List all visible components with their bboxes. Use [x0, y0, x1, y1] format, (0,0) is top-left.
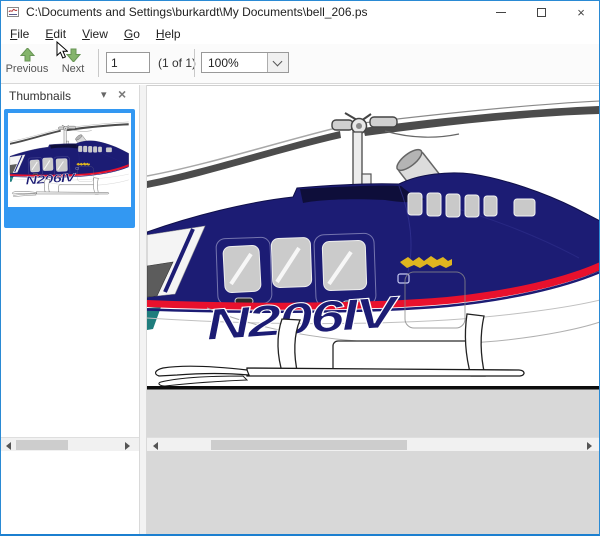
main-hscrollbar[interactable]: [147, 437, 600, 451]
menu-item-view[interactable]: View: [81, 25, 117, 43]
document-canvas[interactable]: N206IV: [147, 85, 600, 535]
scroll-right-icon[interactable]: [125, 442, 130, 450]
sidebar-menu-caret-icon[interactable]: ▾: [101, 88, 107, 101]
toolbar: Previous Next (1 of 1) 100%: [1, 44, 599, 84]
menubar: File Edit View Go Help: [1, 23, 599, 44]
toolbar-separator: [194, 49, 195, 77]
menu-item-edit[interactable]: Edit: [44, 25, 75, 43]
menu-item-file[interactable]: File: [9, 25, 38, 43]
maximize-button[interactable]: [521, 1, 561, 23]
next-button[interactable]: Next: [51, 46, 95, 82]
close-icon: ×: [577, 5, 585, 20]
close-button[interactable]: ×: [561, 1, 600, 23]
previous-button[interactable]: Previous: [5, 46, 49, 82]
thumbnail-item-selected[interactable]: [4, 109, 135, 228]
arrow-down-icon: [66, 48, 81, 62]
helicopter-illustration: N206IV: [147, 86, 600, 522]
chevron-down-icon: [273, 57, 283, 67]
zoom-value: 100%: [208, 56, 239, 70]
scrollbar-thumb[interactable]: [211, 440, 407, 450]
minimize-button[interactable]: [481, 1, 521, 23]
minimize-icon: [496, 12, 506, 13]
scrollbar-thumb[interactable]: [16, 440, 68, 450]
sidebar-splitter[interactable]: [139, 85, 147, 535]
toolbar-separator: [98, 49, 99, 77]
workspace-background: [147, 390, 600, 523]
scroll-left-icon[interactable]: [153, 442, 158, 450]
maximize-icon: [537, 8, 546, 17]
scroll-left-icon[interactable]: [6, 442, 11, 450]
page-bottom-edge: [147, 386, 600, 390]
app-window: C:\Documents and Settings\burkardt\My Do…: [0, 0, 600, 536]
page-count-label: (1 of 1): [158, 56, 196, 70]
sidebar: Thumbnails ▾ ×: [1, 85, 139, 535]
window-title: C:\Documents and Settings\burkardt\My Do…: [26, 5, 368, 19]
zoom-select[interactable]: 100%: [201, 52, 289, 73]
previous-label: Previous: [5, 63, 49, 75]
sidebar-close-button[interactable]: ×: [118, 86, 126, 102]
zoom-dropdown-button[interactable]: [267, 53, 288, 72]
title-bar[interactable]: C:\Documents and Settings\burkardt\My Do…: [1, 1, 599, 23]
page-number-input[interactable]: [106, 52, 150, 73]
menu-item-go[interactable]: Go: [123, 25, 149, 43]
scroll-right-icon[interactable]: [587, 442, 592, 450]
sidebar-header: Thumbnails ▾ ×: [1, 85, 139, 109]
sidebar-title: Thumbnails: [9, 89, 71, 103]
app-icon: [7, 6, 21, 18]
sidebar-hscrollbar[interactable]: [1, 437, 139, 451]
menu-item-help[interactable]: Help: [155, 25, 190, 43]
thumbnail-image: [8, 113, 131, 207]
next-label: Next: [51, 63, 95, 75]
arrow-up-icon: [20, 48, 35, 62]
